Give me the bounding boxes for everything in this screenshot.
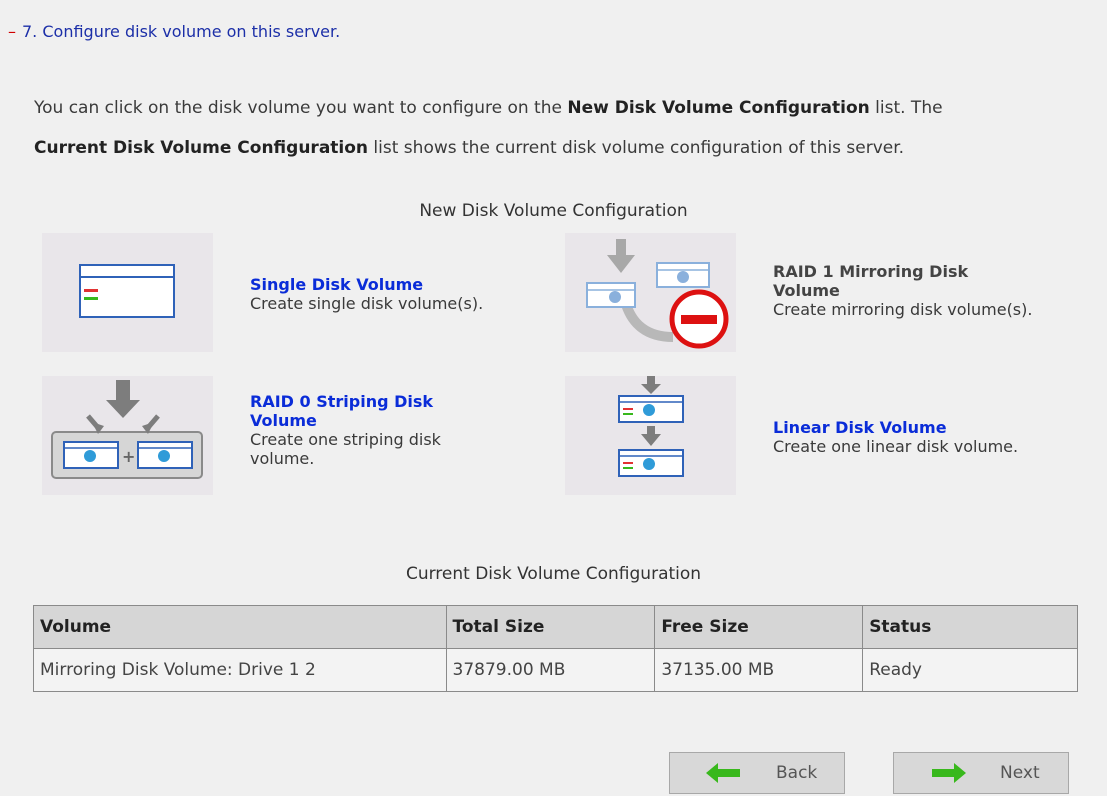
cell-free-size: 37135.00 MB	[654, 648, 864, 692]
raid1-option: RAID 1 Mirroring Disk Volume Create mirr…	[773, 262, 1032, 319]
raid0-link[interactable]: RAID 0 Striping Disk Volume	[250, 392, 441, 430]
raid1-desc: Create mirroring disk volume(s).	[773, 300, 1033, 319]
current-config-title: Current Disk Volume Configuration	[405, 564, 702, 584]
raid0-title-line2: Volume	[250, 411, 317, 430]
linear-thumb[interactable]	[565, 376, 736, 495]
table-row: Mirroring Disk Volume: Drive 1 2 37879.0…	[33, 648, 1078, 692]
cell-volume: Mirroring Disk Volume: Drive 1 2	[33, 648, 447, 692]
cell-total-size: 37879.00 MB	[445, 648, 656, 692]
linear-desc: Create one linear disk volume.	[773, 437, 1019, 456]
collapse-dash[interactable]: –	[8, 22, 16, 41]
single-disk-thumb[interactable]	[42, 233, 213, 352]
table-header-row: Volume Total Size Free Size Status	[33, 605, 1078, 649]
intro-bold-new: New Disk Volume Configuration	[567, 98, 870, 118]
raid1-thumb	[565, 233, 736, 352]
back-button[interactable]: Back	[669, 752, 845, 794]
intro-part3: list shows the current disk volume confi…	[368, 138, 905, 158]
raid0-thumb[interactable]: +	[42, 376, 213, 495]
arrow-left-icon	[706, 763, 740, 783]
raid0-striping-icon: +	[51, 380, 203, 479]
next-label: Next	[1000, 763, 1040, 783]
single-disk-icon	[79, 264, 175, 318]
next-button[interactable]: Next	[893, 752, 1069, 794]
raid0-desc-line1: Create one striping disk	[250, 430, 441, 449]
raid0-desc-line2: volume.	[250, 449, 315, 468]
linear-option: Linear Disk Volume Create one linear dis…	[773, 418, 1018, 456]
raid1-title: RAID 1 Mirroring Disk Volume	[773, 262, 1032, 300]
col-total-size: Total Size	[445, 605, 656, 649]
current-volume-table: Volume Total Size Free Size Status Mirro…	[33, 605, 1078, 692]
cell-status: Ready	[862, 648, 1078, 692]
col-free-size: Free Size	[654, 605, 864, 649]
raid0-option: RAID 0 Striping Disk Volume Create one s…	[250, 392, 441, 468]
intro-part1: You can click on the disk volume you wan…	[34, 98, 568, 118]
raid1-title-line1: RAID 1 Mirroring Disk	[773, 262, 969, 281]
single-disk-link[interactable]: Single Disk Volume	[250, 275, 483, 294]
raid0-title-line1: RAID 0 Striping Disk	[250, 392, 434, 411]
svg-text:+: +	[122, 447, 135, 466]
back-label: Back	[776, 763, 818, 783]
arrow-right-icon	[932, 763, 966, 783]
intro-part2: list. The	[869, 98, 943, 118]
intro-text: You can click on the disk volume you wan…	[34, 88, 1084, 168]
single-disk-option: Single Disk Volume Create single disk vo…	[250, 275, 483, 313]
raid1-title-line2: Volume	[773, 281, 840, 300]
single-disk-desc: Create single disk volume(s).	[250, 294, 484, 313]
new-config-title: New Disk Volume Configuration	[419, 201, 688, 221]
step-title: 7. Configure disk volume on this server.	[22, 22, 341, 41]
raid0-desc: Create one striping disk volume.	[250, 430, 441, 468]
linear-link[interactable]: Linear Disk Volume	[773, 418, 1018, 437]
col-volume: Volume	[33, 605, 447, 649]
step-heading: –7. Configure disk volume on this server…	[8, 22, 340, 41]
intro-bold-current: Current Disk Volume Configuration	[34, 138, 369, 158]
linear-disk-icon	[618, 376, 684, 477]
col-status: Status	[862, 605, 1078, 649]
raid1-mirroring-disabled-icon	[586, 239, 729, 349]
